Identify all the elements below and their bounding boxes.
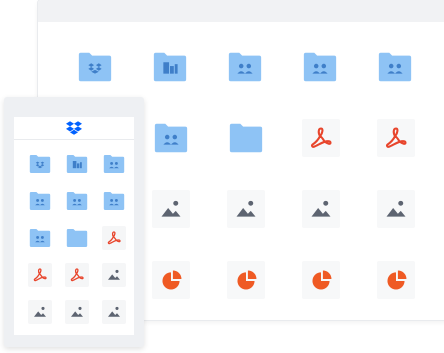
folder-shared-icon[interactable] — [28, 226, 52, 250]
image-file-icon[interactable] — [377, 190, 415, 228]
pdf-file-icon[interactable] — [102, 226, 126, 250]
folder-shared-icon[interactable] — [376, 48, 414, 86]
image-file-icon[interactable] — [227, 190, 265, 228]
chart-file-icon[interactable] — [152, 261, 190, 299]
folder-building-icon[interactable] — [151, 48, 189, 86]
window-title-bar — [38, 0, 444, 22]
folder-dropbox-icon[interactable] — [28, 152, 52, 176]
folder-shared-icon[interactable] — [301, 48, 339, 86]
chart-file-icon[interactable] — [227, 261, 265, 299]
folder-shared-icon[interactable] — [102, 152, 126, 176]
image-file-icon[interactable] — [65, 300, 89, 324]
folder-icon[interactable] — [65, 226, 89, 250]
folder-shared-icon[interactable] — [28, 189, 52, 213]
folder-shared-icon[interactable] — [152, 119, 190, 157]
chart-file-icon[interactable] — [302, 261, 340, 299]
chart-file-icon[interactable] — [377, 261, 415, 299]
header-divider — [14, 139, 134, 140]
pdf-file-icon[interactable] — [377, 119, 415, 157]
pdf-file-icon[interactable] — [28, 263, 52, 287]
pdf-file-icon[interactable] — [302, 119, 340, 157]
folder-dropbox-icon[interactable] — [76, 48, 114, 86]
image-file-icon[interactable] — [28, 300, 52, 324]
folder-shared-icon[interactable] — [226, 48, 264, 86]
dropbox-logo-icon — [66, 121, 82, 135]
folder-icon[interactable] — [227, 119, 265, 157]
folder-shared-icon[interactable] — [102, 189, 126, 213]
folder-building-icon[interactable] — [65, 152, 89, 176]
image-file-icon[interactable] — [152, 190, 190, 228]
folder-shared-icon[interactable] — [65, 189, 89, 213]
pdf-file-icon[interactable] — [65, 263, 89, 287]
image-file-icon[interactable] — [102, 263, 126, 287]
image-file-icon[interactable] — [102, 300, 126, 324]
image-file-icon[interactable] — [302, 190, 340, 228]
